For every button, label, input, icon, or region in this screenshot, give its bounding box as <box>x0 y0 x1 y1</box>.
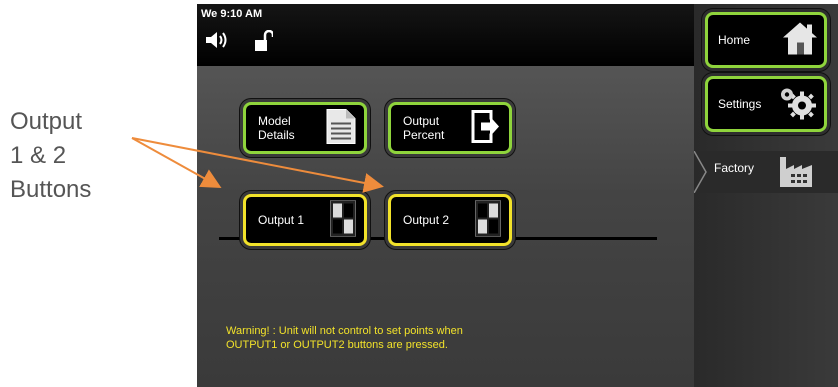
exit-arrow-icon <box>471 110 501 147</box>
status-bar: We 9:10 AM <box>197 4 694 66</box>
settings-button[interactable]: Settings <box>705 76 827 132</box>
model-details-button[interactable]: Model Details <box>243 102 367 154</box>
toggle-switch-icon <box>329 200 357 240</box>
factory-icon <box>778 155 816 194</box>
output-1-label: Output 1 <box>258 213 305 227</box>
home-button[interactable]: Home <box>705 12 827 68</box>
speaker-icon[interactable] <box>205 30 231 55</box>
main-panel: Model Details Output Percent Output 1 Ou… <box>197 66 694 387</box>
output-percent-label: Output Percent <box>403 114 445 142</box>
settings-label: Settings <box>718 97 762 111</box>
warning-line-2: OUTPUT1 or OUTPUT2 buttons are pressed. <box>226 339 448 351</box>
house-icon <box>782 22 818 59</box>
callout-line-3: Buttons <box>10 176 92 203</box>
callout-line-1: Output <box>10 108 83 135</box>
home-label: Home <box>718 33 751 47</box>
warning-line-1: Warning! : Unit will not control to set … <box>226 325 463 337</box>
warning-message: Warning! : Unit will not control to set … <box>226 324 586 352</box>
callout-label: Output 1 & 2 Buttons <box>10 105 150 207</box>
toggle-switch-icon <box>474 200 502 240</box>
factory-label: Factory <box>714 161 755 175</box>
model-details-label: Model Details <box>258 114 295 142</box>
document-icon <box>326 109 356 148</box>
output-percent-button[interactable]: Output Percent <box>388 102 512 154</box>
unlocked-padlock-icon[interactable] <box>255 29 275 57</box>
output-2-button[interactable]: Output 2 <box>388 194 512 246</box>
output-2-label: Output 2 <box>403 213 450 227</box>
factory-tab[interactable]: Factory <box>694 151 838 193</box>
output-1-button[interactable]: Output 1 <box>243 194 367 246</box>
clock-display: We 9:10 AM <box>201 8 263 20</box>
gears-icon <box>778 86 818 123</box>
callout-line-2: 1 & 2 <box>10 142 67 169</box>
device-screen: We 9:10 AM Model Details Output Percent … <box>197 4 838 387</box>
